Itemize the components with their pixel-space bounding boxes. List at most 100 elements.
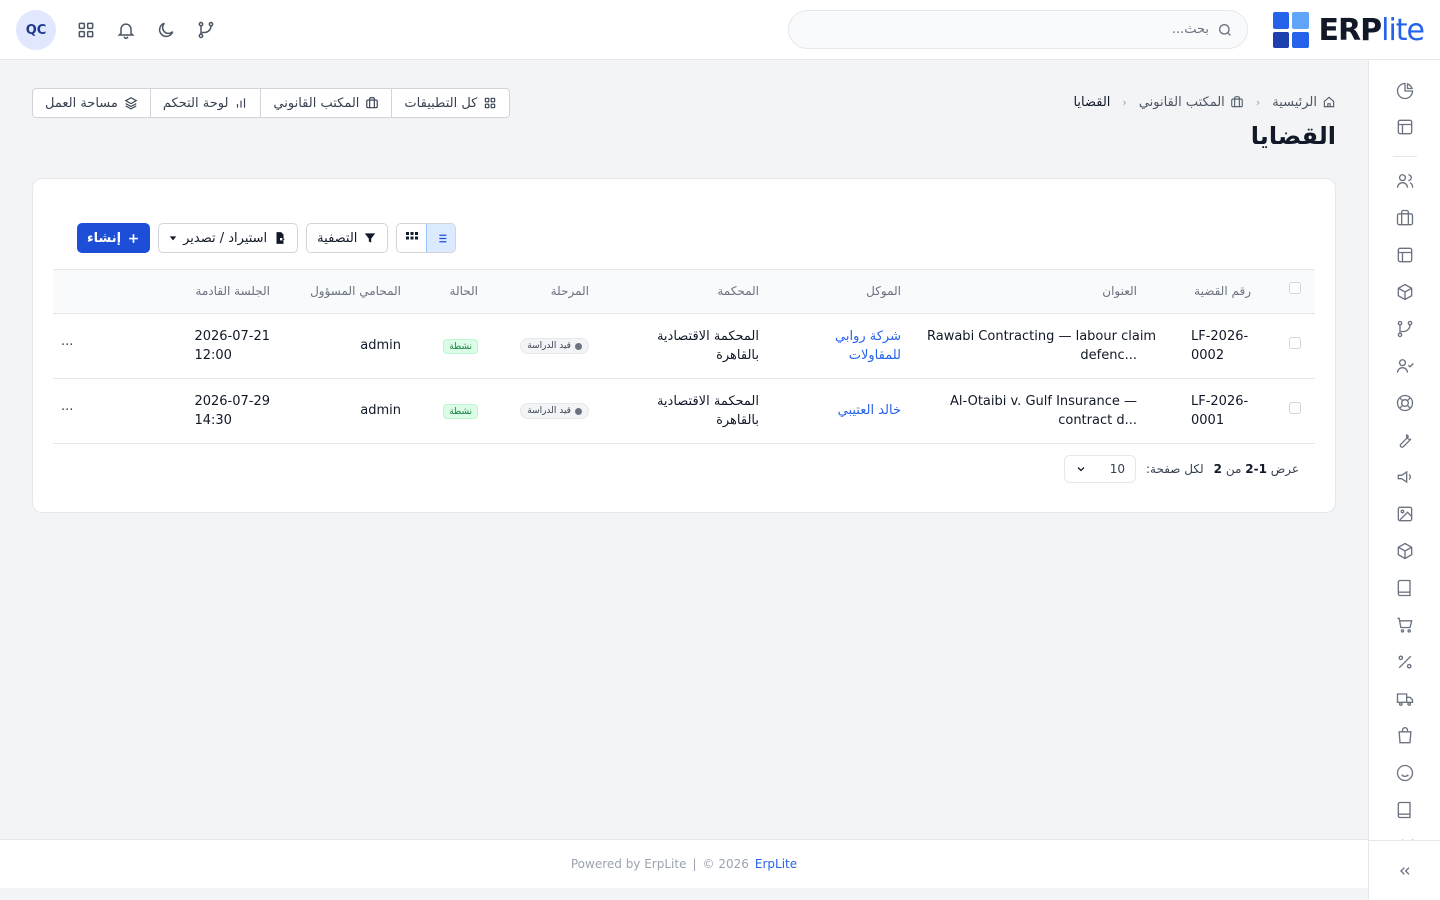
- user-check-icon[interactable]: [1395, 356, 1415, 376]
- col-next-session[interactable]: الجلسة القادمة: [195, 284, 270, 298]
- per-page-label: لكل صفحة:: [1146, 462, 1204, 476]
- home-icon: [1323, 96, 1335, 108]
- breadcrumb-section[interactable]: المكتب القانوني: [1139, 95, 1244, 110]
- moon-icon[interactable]: [156, 20, 176, 40]
- git-branch-icon[interactable]: [1395, 319, 1415, 339]
- apps-grid-icon[interactable]: [76, 20, 96, 40]
- grid-view-button[interactable]: [397, 224, 426, 252]
- per-page-select[interactable]: 10: [1064, 455, 1136, 483]
- search-bar[interactable]: [788, 10, 1248, 49]
- import-export-button[interactable]: استيراد / تصدير: [158, 223, 299, 253]
- users-icon[interactable]: [1395, 171, 1415, 191]
- status-badge: نشطة: [443, 404, 478, 419]
- grid-dots-icon: [405, 232, 418, 240]
- smile-icon[interactable]: [1395, 763, 1415, 783]
- next-session-cell: 2026-07-29 14:30: [194, 394, 270, 428]
- brand-wordmark: ERPlite: [1318, 12, 1425, 48]
- col-lawyer[interactable]: المحامي المسؤول: [310, 284, 401, 298]
- footer-copyright: 2026 ©: [702, 857, 749, 871]
- git-branch-icon[interactable]: [196, 20, 216, 40]
- row-checkbox[interactable]: [1289, 337, 1301, 349]
- create-button[interactable]: إنشاء: [77, 223, 151, 253]
- top-bar: ERPlite QC: [0, 0, 1440, 60]
- status-badge: نشطة: [443, 339, 478, 354]
- client-link[interactable]: خالد العتيبي: [838, 401, 901, 420]
- chevron-down-icon: [1077, 467, 1085, 472]
- box-icon[interactable]: [1395, 282, 1415, 302]
- pie-chart-icon[interactable]: [1395, 81, 1415, 101]
- filter-label: التصفية: [317, 230, 358, 246]
- filter-button[interactable]: التصفية: [306, 223, 389, 253]
- layout-icon[interactable]: [1395, 245, 1415, 265]
- status-dot-icon: [575, 342, 582, 350]
- row-actions-button[interactable]: ...: [61, 334, 73, 349]
- cases-card: إنشاء استيراد / تصدير التصفية رقم القضية…: [32, 178, 1336, 513]
- footer-separator: |: [692, 857, 697, 871]
- pagination-summary: عرض 1-2 من 2: [1213, 462, 1300, 476]
- footer-brand-link[interactable]: ErpLite: [755, 857, 797, 871]
- stage-badge: قيد الدراسة: [520, 403, 589, 419]
- breadcrumb-separator: ‹: [1255, 95, 1261, 109]
- quicklink-all-apps[interactable]: كل التطبيقات: [391, 89, 509, 117]
- table-row[interactable]: LF-2026- 0002 Rawabi Contracting — labour…: [53, 314, 1315, 379]
- import-export-label: استيراد / تصدير: [183, 230, 268, 246]
- plus-icon: [129, 233, 138, 243]
- quicklink-dashboard[interactable]: لوحة التحكم: [149, 89, 261, 117]
- layout-icon[interactable]: [1395, 117, 1415, 137]
- breadcrumb-home-label: الرئيسية: [1272, 94, 1317, 110]
- title-cell: Al-Otaibi v. Gulf Insurance — contract d…: [950, 394, 1137, 428]
- per-page-value: 10: [1109, 462, 1125, 476]
- breadcrumb-home[interactable]: الرئيسية: [1272, 95, 1336, 110]
- col-stage[interactable]: المرحلة: [551, 284, 589, 298]
- briefcase-icon[interactable]: [1395, 208, 1415, 228]
- percent-icon[interactable]: [1395, 652, 1415, 672]
- image-icon[interactable]: [1395, 504, 1415, 524]
- megaphone-icon[interactable]: [1395, 467, 1415, 487]
- quicklink-label: مساحة العمل: [45, 95, 118, 111]
- view-toggle: [396, 223, 457, 253]
- list-icon: [436, 233, 447, 243]
- book-icon[interactable]: [1395, 800, 1415, 820]
- col-client[interactable]: الموكل: [866, 284, 901, 298]
- package-icon[interactable]: [1395, 541, 1415, 561]
- header-actions: QC: [16, 10, 216, 50]
- col-title[interactable]: العنوان: [1102, 284, 1137, 298]
- wrench-icon[interactable]: [1395, 430, 1415, 450]
- stage-badge: قيد الدراسة: [520, 338, 589, 354]
- list-view-button[interactable]: [426, 224, 456, 252]
- brand-logo[interactable]: ERPlite: [1272, 10, 1425, 50]
- truck-icon[interactable]: [1395, 689, 1415, 709]
- shopping-bag-icon[interactable]: [1395, 726, 1415, 746]
- col-case-number[interactable]: رقم القضية: [1194, 284, 1251, 298]
- book-icon[interactable]: [1395, 578, 1415, 598]
- col-court[interactable]: المحكمة: [717, 284, 759, 298]
- lifebuoy-icon[interactable]: [1395, 393, 1415, 413]
- table-header: رقم القضية العنوان الموكل المحكمة المرحل…: [53, 269, 1315, 314]
- side-rail: [1368, 60, 1440, 900]
- rail-divider: [1393, 156, 1417, 157]
- create-button-label: إنشاء: [87, 230, 122, 246]
- row-checkbox[interactable]: [1289, 402, 1301, 414]
- bell-icon[interactable]: [116, 20, 136, 40]
- row-actions-button[interactable]: ...: [61, 399, 73, 414]
- filter-icon: [365, 233, 376, 243]
- quicklink-label: لوحة التحكم: [162, 95, 229, 111]
- select-all-checkbox[interactable]: [1289, 282, 1301, 294]
- avatar[interactable]: QC: [16, 10, 56, 50]
- quicklink-workspace[interactable]: مساحة العمل: [33, 89, 150, 117]
- page-title: القضايا: [1250, 122, 1336, 150]
- cases-table: رقم القضية العنوان الموكل المحكمة المرحل…: [53, 269, 1315, 444]
- stage-label: قيد الدراسة: [527, 406, 571, 416]
- search-input[interactable]: [829, 22, 1209, 37]
- collapse-rail-button[interactable]: [1369, 840, 1440, 900]
- client-link[interactable]: شركة روابي للمقاولات: [835, 327, 901, 365]
- breadcrumb: الرئيسية ‹ المكتب القانوني ‹ القضايا: [1073, 92, 1336, 112]
- footer-powered-by: Powered by ErpLite: [570, 857, 687, 871]
- case-number-cell: LF-2026- 0002: [1191, 329, 1249, 363]
- table-row[interactable]: LF-2026- 0001 Al-Otaibi v. Gulf Insurance…: [53, 379, 1315, 444]
- title-cell: Rawabi Contracting — labour claim defenc…: [927, 329, 1157, 363]
- cart-icon[interactable]: [1395, 615, 1415, 635]
- col-status[interactable]: الحالة: [450, 284, 478, 298]
- briefcase-icon: [366, 97, 379, 109]
- quicklink-legal-office[interactable]: المكتب القانوني: [260, 89, 391, 117]
